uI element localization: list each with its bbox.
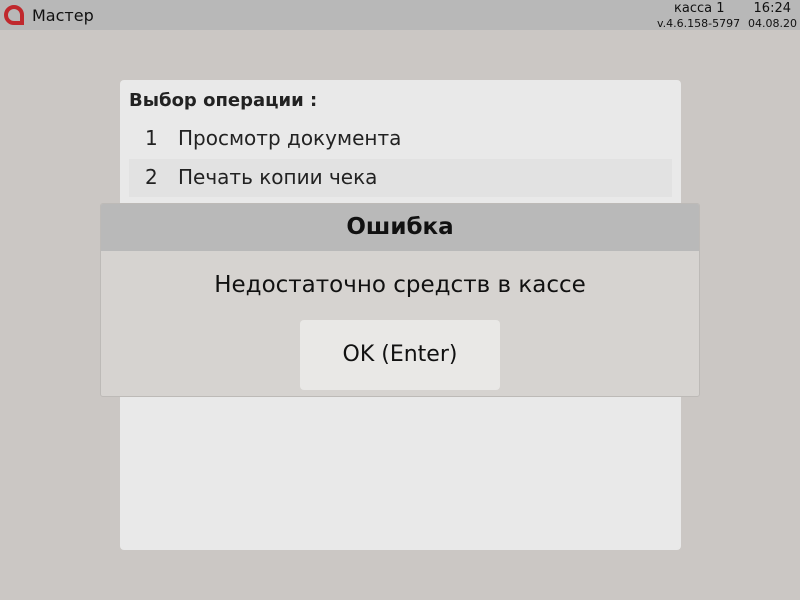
dialog-header: Ошибка (101, 204, 699, 251)
menu-item-label: Просмотр документа (178, 126, 402, 150)
version-label: v.4.6.158-5797 (657, 17, 741, 30)
menu-item-print-receipt-copy[interactable]: 2 Печать копии чека (129, 159, 672, 197)
menu-item-label: Печать копии чека (178, 165, 378, 189)
date-label: 04.08.20 (748, 17, 797, 30)
app-title: Мастер (32, 6, 94, 25)
ok-button[interactable]: OK (Enter) (300, 320, 500, 390)
error-dialog: Ошибка Недостаточно средств в кассе OK (… (100, 203, 700, 397)
menu-item-number: 2 (145, 165, 158, 189)
menu-title: Выбор операции : (129, 90, 318, 111)
dialog-title: Ошибка (346, 214, 454, 240)
top-bar: Мастер касса 1 16:24 v.4.6.158-5797 04.0… (0, 0, 800, 30)
clock-time: 16:24 (753, 1, 791, 16)
menu-item-number: 1 (145, 126, 158, 150)
red-ring-logo-icon (4, 5, 24, 25)
kassa-label: касса 1 (674, 1, 725, 16)
menu-item-view-document[interactable]: 1 Просмотр документа (129, 120, 672, 158)
error-message: Недостаточно средств в кассе (214, 272, 586, 298)
